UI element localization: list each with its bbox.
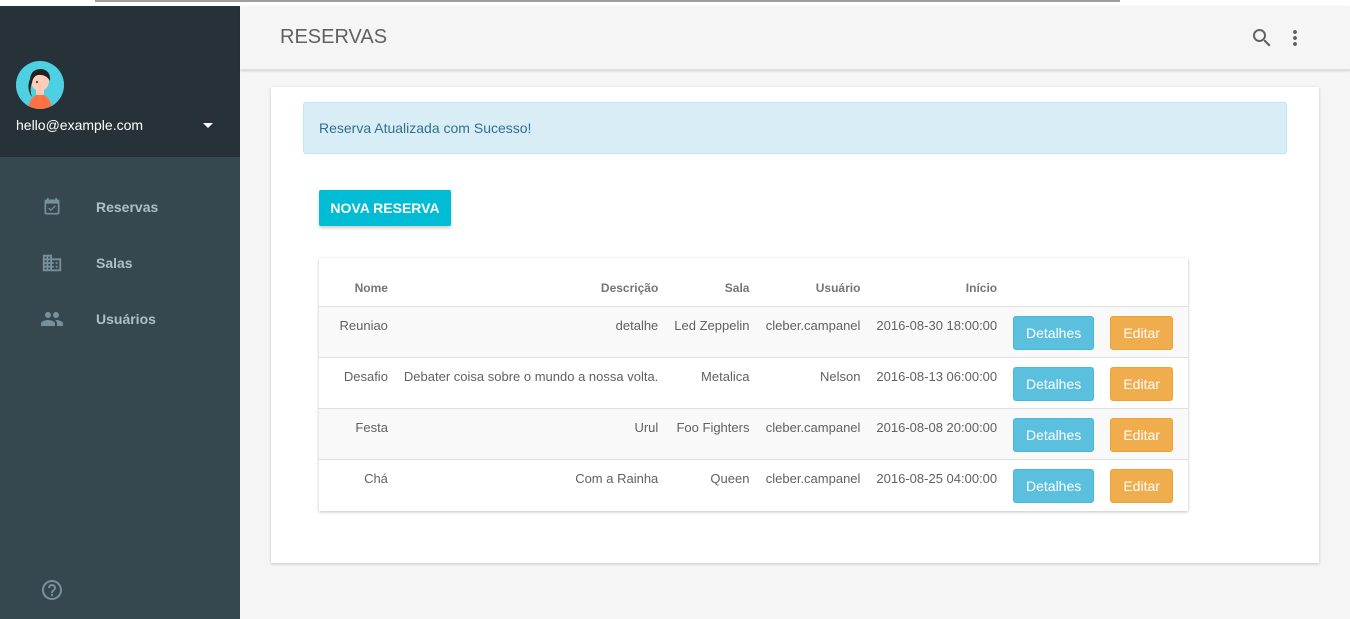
sidebar-item-label: Usuários [96,311,156,327]
account-dropdown-caret-icon[interactable] [203,123,213,128]
editar-button[interactable]: Editar [1110,366,1174,401]
sidebar-item-label: Salas [96,255,133,271]
cell-descricao: detalhe [615,317,659,333]
cell-usuario: cleber.campanel [765,470,861,486]
table-row: Chá Com a Rainha Queen cleber.campanel 2… [319,459,1188,510]
cell-descricao: Com a Rainha [575,470,659,486]
column-header-usuario[interactable]: Usuário [757,258,869,307]
scroll-indicator [95,0,1120,2]
cell-sala: Foo Fighters [676,419,750,435]
detalhes-button[interactable]: Detalhes [1013,366,1095,401]
avatar [16,61,64,109]
help-icon[interactable] [40,578,64,602]
cell-inicio: 2016-08-13 06:00:00 [876,368,998,384]
table-row: Festa Urul Foo Fighters cleber.campanel … [319,408,1188,459]
cell-descricao: Urul [634,419,659,435]
people-icon [40,307,64,331]
reservas-table: Nome Descrição Sala Usuário Início Reuni… [319,258,1188,511]
content-card: Reserva Atualizada com Sucesso! NOVA RES… [271,87,1319,563]
cell-usuario: cleber.campanel [765,317,861,333]
detalhes-button[interactable]: Detalhes [1013,315,1095,350]
cell-inicio: 2016-08-30 18:00:00 [876,317,998,333]
cell-nome: Chá [364,470,388,486]
nova-reserva-button[interactable]: NOVA RESERVA [319,190,451,226]
cell-inicio: 2016-08-25 04:00:00 [876,470,998,486]
page-title: RESERVAS [280,26,388,48]
cell-sala: Metalica [701,368,750,384]
editar-button[interactable]: Editar [1110,417,1174,452]
editar-button[interactable]: Editar [1110,315,1174,350]
sidebar-item-usuarios[interactable]: Usuários [0,291,240,347]
sidebar: hello@example.com Reservas Salas Usuário… [0,6,240,619]
column-header-sala[interactable]: Sala [666,258,758,307]
editar-button[interactable]: Editar [1110,468,1174,503]
app-bar: RESERVAS [240,6,1350,70]
cell-nome: Festa [355,419,388,435]
cell-inicio: 2016-08-08 20:00:00 [876,419,998,435]
column-header-nome[interactable]: Nome [319,258,396,307]
column-header-editar [1102,258,1188,307]
table-row: Desafio Debater coisa sobre o mundo a no… [319,357,1188,408]
account-email: hello@example.com [16,117,144,133]
detalhes-button[interactable]: Detalhes [1013,468,1095,503]
cell-usuario: Nelson [819,368,861,384]
search-icon[interactable] [1250,26,1274,50]
calendar-check-icon [40,195,64,219]
sidebar-nav: Reservas Salas Usuários [0,157,240,347]
cell-descricao: Debater coisa sobre o mundo a nossa volt… [403,368,659,384]
column-header-descricao[interactable]: Descrição [395,258,667,307]
sidebar-item-reservas[interactable]: Reservas [0,179,240,235]
cell-nome: Desafio [343,368,388,384]
column-header-detalhes [1005,258,1103,307]
building-icon [40,251,64,275]
sidebar-item-salas[interactable]: Salas [0,235,240,291]
column-header-inicio[interactable]: Início [868,258,1006,307]
cell-nome: Reuniao [339,317,388,333]
detalhes-button[interactable]: Detalhes [1013,417,1095,452]
cell-sala: Led Zeppelin [674,317,750,333]
table-row: Reuniao detalhe Led Zeppelin cleber.camp… [319,306,1188,357]
cell-sala: Queen [710,470,750,486]
more-vert-icon[interactable] [1283,26,1307,50]
sidebar-item-label: Reservas [96,199,159,215]
success-alert: Reserva Atualizada com Sucesso! [303,102,1287,154]
cell-usuario: cleber.campanel [765,419,861,435]
account-header: hello@example.com [0,6,240,157]
table-header-row: Nome Descrição Sala Usuário Início [319,258,1188,307]
